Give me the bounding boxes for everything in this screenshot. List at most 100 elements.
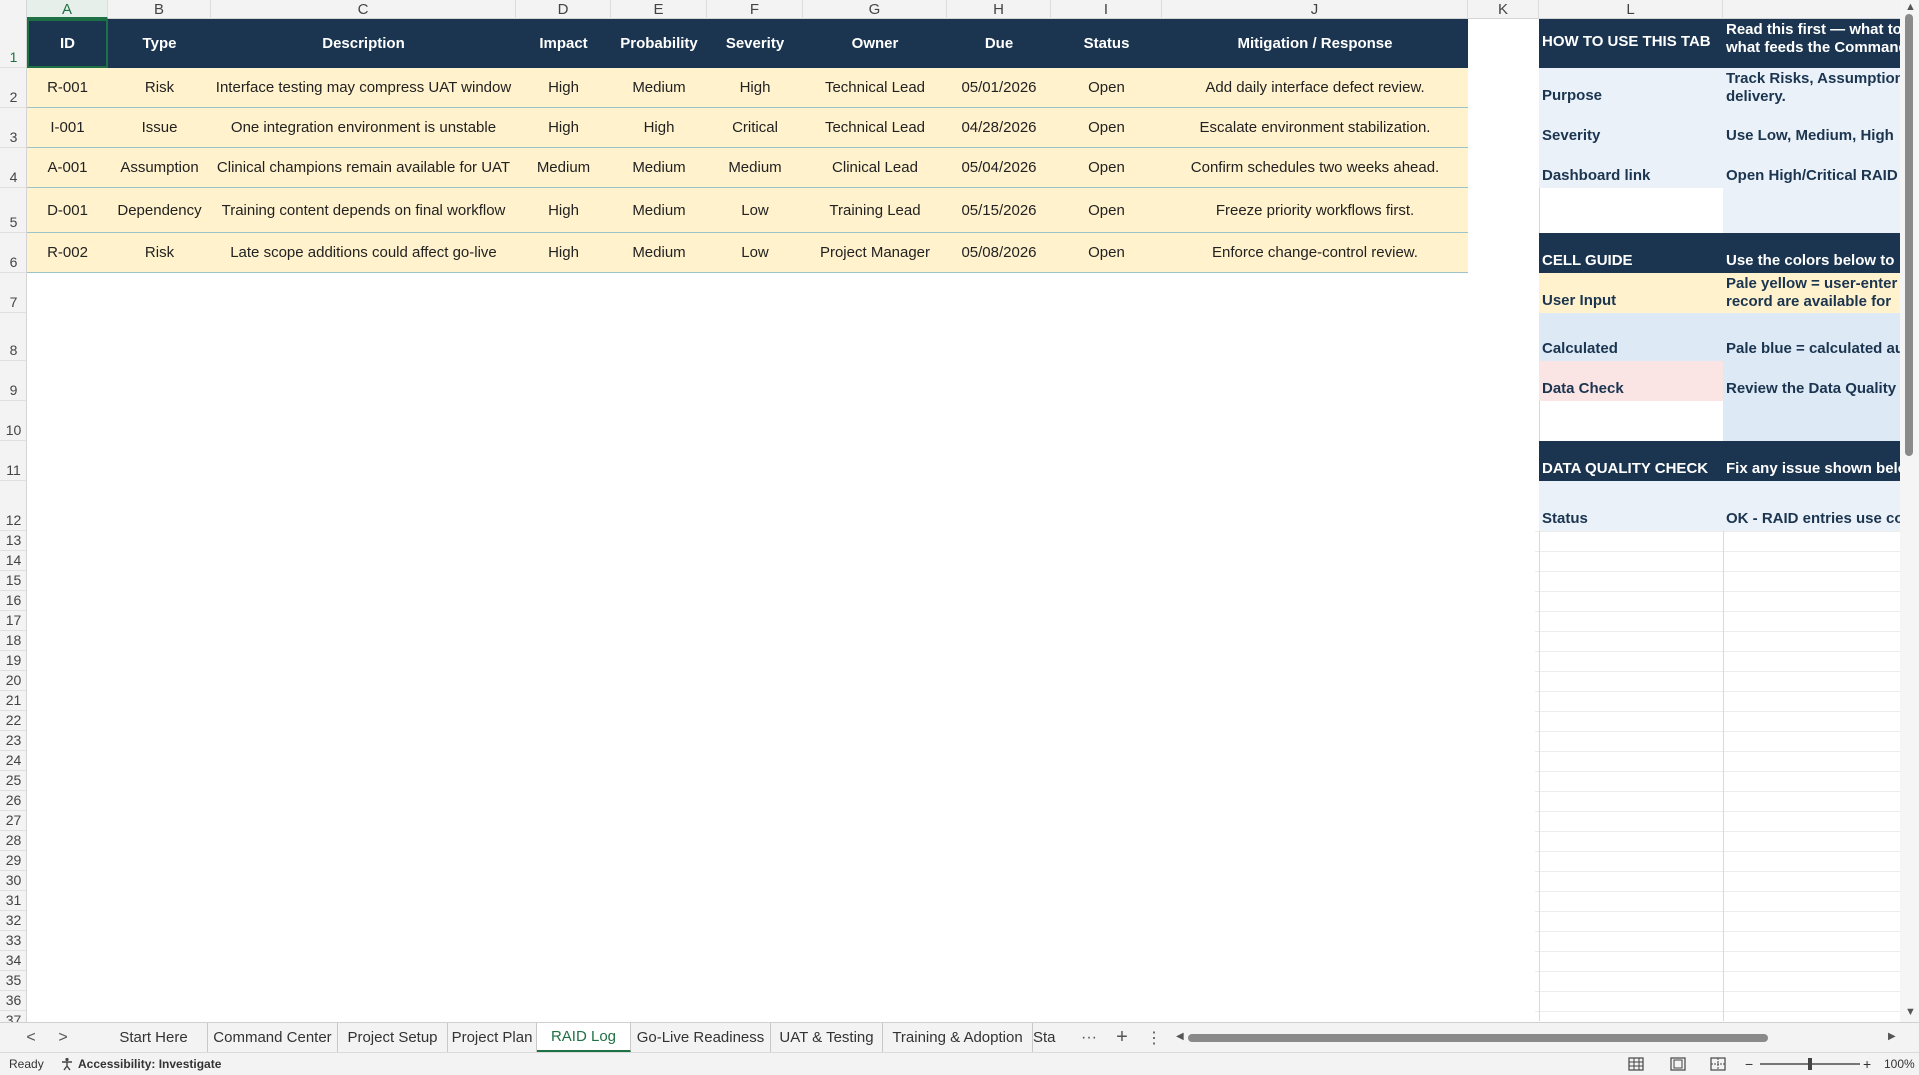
sheet-tab-project-plan[interactable]: Project Plan xyxy=(448,1023,537,1052)
row-header-32[interactable]: 32 xyxy=(0,911,26,931)
sheet-tab-go-live-readiness[interactable]: Go-Live Readiness xyxy=(631,1023,771,1052)
severity-label[interactable]: Severity xyxy=(1539,108,1723,148)
table-cell-id[interactable]: R-002 xyxy=(27,233,108,273)
dashboard-label[interactable]: Dashboard link xyxy=(1539,148,1723,188)
data-quality-title[interactable]: DATA QUALITY CHECK xyxy=(1539,441,1723,481)
table-cell-due[interactable]: 05/04/2026 xyxy=(947,148,1051,188)
cell-guide-text[interactable]: Use the colors below to xyxy=(1723,233,1900,273)
row-header-7[interactable]: 7 xyxy=(0,273,26,313)
row-header-25[interactable]: 25 xyxy=(0,771,26,791)
dashboard-text[interactable]: Open High/Critical RAID xyxy=(1723,148,1900,188)
header-cell-impact[interactable]: Impact xyxy=(516,19,611,68)
table-cell-type[interactable]: Risk xyxy=(108,233,211,273)
table-cell-description[interactable]: Clinical champions remain available for … xyxy=(211,148,516,188)
table-cell-type[interactable]: Risk xyxy=(108,68,211,108)
table-cell-mitigation[interactable]: Escalate environment stabilization. xyxy=(1162,108,1468,148)
scroll-left-arrow-icon[interactable]: ◀ xyxy=(1176,1031,1184,1042)
user-input-text[interactable]: Pale yellow = user-enter record are avai… xyxy=(1723,273,1900,313)
row-header-24[interactable]: 24 xyxy=(0,751,26,771)
table-cell-owner[interactable]: Project Manager xyxy=(803,233,947,273)
table-cell-description[interactable]: Late scope additions could affect go-liv… xyxy=(211,233,516,273)
severity-text[interactable]: Use Low, Medium, High xyxy=(1723,108,1900,148)
scroll-up-arrow-icon[interactable]: ▲ xyxy=(1905,1,1916,13)
scroll-down-arrow-icon[interactable]: ▼ xyxy=(1905,1006,1916,1018)
column-header-k[interactable]: K xyxy=(1468,0,1539,19)
table-cell-severity[interactable]: Low xyxy=(707,233,803,273)
data-quality-text[interactable]: Fix any issue shown belo xyxy=(1723,441,1900,481)
table-cell-type[interactable]: Assumption xyxy=(108,148,211,188)
zoom-level[interactable]: 100% xyxy=(1884,1053,1915,1075)
sheet-tab-training-adoption[interactable]: Training & Adoption xyxy=(883,1023,1033,1052)
table-cell-probability[interactable]: Medium xyxy=(611,68,707,108)
header-cell-due[interactable]: Due xyxy=(947,19,1051,68)
row-header-15[interactable]: 15 xyxy=(0,571,26,591)
data-check-text[interactable]: Review the Data Quality xyxy=(1723,361,1900,401)
page-layout-button[interactable] xyxy=(1670,1053,1686,1075)
purpose-text[interactable]: Track Risks, Assumption delivery. xyxy=(1723,68,1900,108)
column-header-i[interactable]: I xyxy=(1051,0,1162,19)
row-header-3[interactable]: 3 xyxy=(0,108,26,148)
table-cell-impact[interactable]: High xyxy=(516,188,611,233)
spacer-cell[interactable] xyxy=(1723,401,1900,441)
row-header-21[interactable]: 21 xyxy=(0,691,26,711)
tab-options-icon[interactable]: ⋮ xyxy=(1144,1023,1164,1052)
table-cell-id[interactable]: I-001 xyxy=(27,108,108,148)
table-cell-probability[interactable]: Medium xyxy=(611,233,707,273)
row-header-8[interactable]: 8 xyxy=(0,313,26,361)
zoom-out-button[interactable]: − xyxy=(1745,1053,1753,1075)
header-cell-description[interactable]: Description xyxy=(211,19,516,68)
header-cell-mitigation[interactable]: Mitigation / Response xyxy=(1162,19,1468,68)
row-header-22[interactable]: 22 xyxy=(0,711,26,731)
row-header-23[interactable]: 23 xyxy=(0,731,26,751)
table-cell-impact[interactable]: Medium xyxy=(516,148,611,188)
spacer-cell[interactable] xyxy=(1539,401,1723,441)
tab-scroll-left-icon[interactable]: < xyxy=(20,1023,42,1052)
row-header-5[interactable]: 5 xyxy=(0,188,26,233)
table-cell-owner[interactable]: Technical Lead xyxy=(803,108,947,148)
table-cell-impact[interactable]: High xyxy=(516,68,611,108)
table-cell-mitigation[interactable]: Enforce change-control review. xyxy=(1162,233,1468,273)
table-cell-status[interactable]: Open xyxy=(1051,233,1162,273)
purpose-label[interactable]: Purpose xyxy=(1539,68,1723,108)
table-cell-severity[interactable]: High xyxy=(707,68,803,108)
header-cell-id[interactable]: ID xyxy=(27,19,108,68)
page-break-button[interactable] xyxy=(1710,1053,1726,1075)
how-to-text[interactable]: Read this first — what to what feeds the… xyxy=(1723,19,1900,68)
row-header-6[interactable]: 6 xyxy=(0,233,26,273)
user-input-label[interactable]: User Input xyxy=(1539,273,1723,313)
horizontal-scrollbar[interactable]: ◀ ▶ xyxy=(1176,1031,1896,1044)
table-cell-id[interactable]: A-001 xyxy=(27,148,108,188)
table-cell-severity[interactable]: Critical xyxy=(707,108,803,148)
table-cell-mitigation[interactable]: Freeze priority workflows first. xyxy=(1162,188,1468,233)
table-cell-probability[interactable]: Medium xyxy=(611,148,707,188)
table-cell-description[interactable]: Training content depends on final workfl… xyxy=(211,188,516,233)
row-header-20[interactable]: 20 xyxy=(0,671,26,691)
sheet-tab-project-setup[interactable]: Project Setup xyxy=(338,1023,448,1052)
row-header-11[interactable]: 11 xyxy=(0,441,26,481)
row-header-16[interactable]: 16 xyxy=(0,591,26,611)
row-header-28[interactable]: 28 xyxy=(0,831,26,851)
table-cell-id[interactable]: D-001 xyxy=(27,188,108,233)
row-header-27[interactable]: 27 xyxy=(0,811,26,831)
sheet-tab-command-center[interactable]: Command Center xyxy=(208,1023,338,1052)
status-label[interactable]: Status xyxy=(1539,481,1723,531)
zoom-slider-thumb[interactable] xyxy=(1808,1058,1812,1070)
vertical-scroll-thumb[interactable] xyxy=(1905,14,1913,456)
column-header-h[interactable]: H xyxy=(947,0,1051,19)
row-header-4[interactable]: 4 xyxy=(0,148,26,188)
row-header-10[interactable]: 10 xyxy=(0,401,26,441)
table-cell-impact[interactable]: High xyxy=(516,233,611,273)
how-to-title[interactable]: HOW TO USE THIS TAB xyxy=(1539,19,1723,68)
table-cell-type[interactable]: Dependency xyxy=(108,188,211,233)
data-check-label[interactable]: Data Check xyxy=(1539,361,1723,401)
tab-scroll-right-icon[interactable]: > xyxy=(52,1023,74,1052)
zoom-slider[interactable] xyxy=(1760,1053,1860,1075)
more-tabs-icon[interactable]: ··· xyxy=(1078,1023,1100,1052)
table-cell-due[interactable]: 05/08/2026 xyxy=(947,233,1051,273)
sheet-tab-sta[interactable]: Sta xyxy=(1033,1023,1065,1052)
sheet-tab-start-here[interactable]: Start Here xyxy=(100,1023,208,1052)
column-header-e[interactable]: E xyxy=(611,0,707,19)
row-header-36[interactable]: 36 xyxy=(0,991,26,1011)
scroll-right-arrow-icon[interactable]: ▶ xyxy=(1888,1031,1896,1042)
table-cell-severity[interactable]: Low xyxy=(707,188,803,233)
